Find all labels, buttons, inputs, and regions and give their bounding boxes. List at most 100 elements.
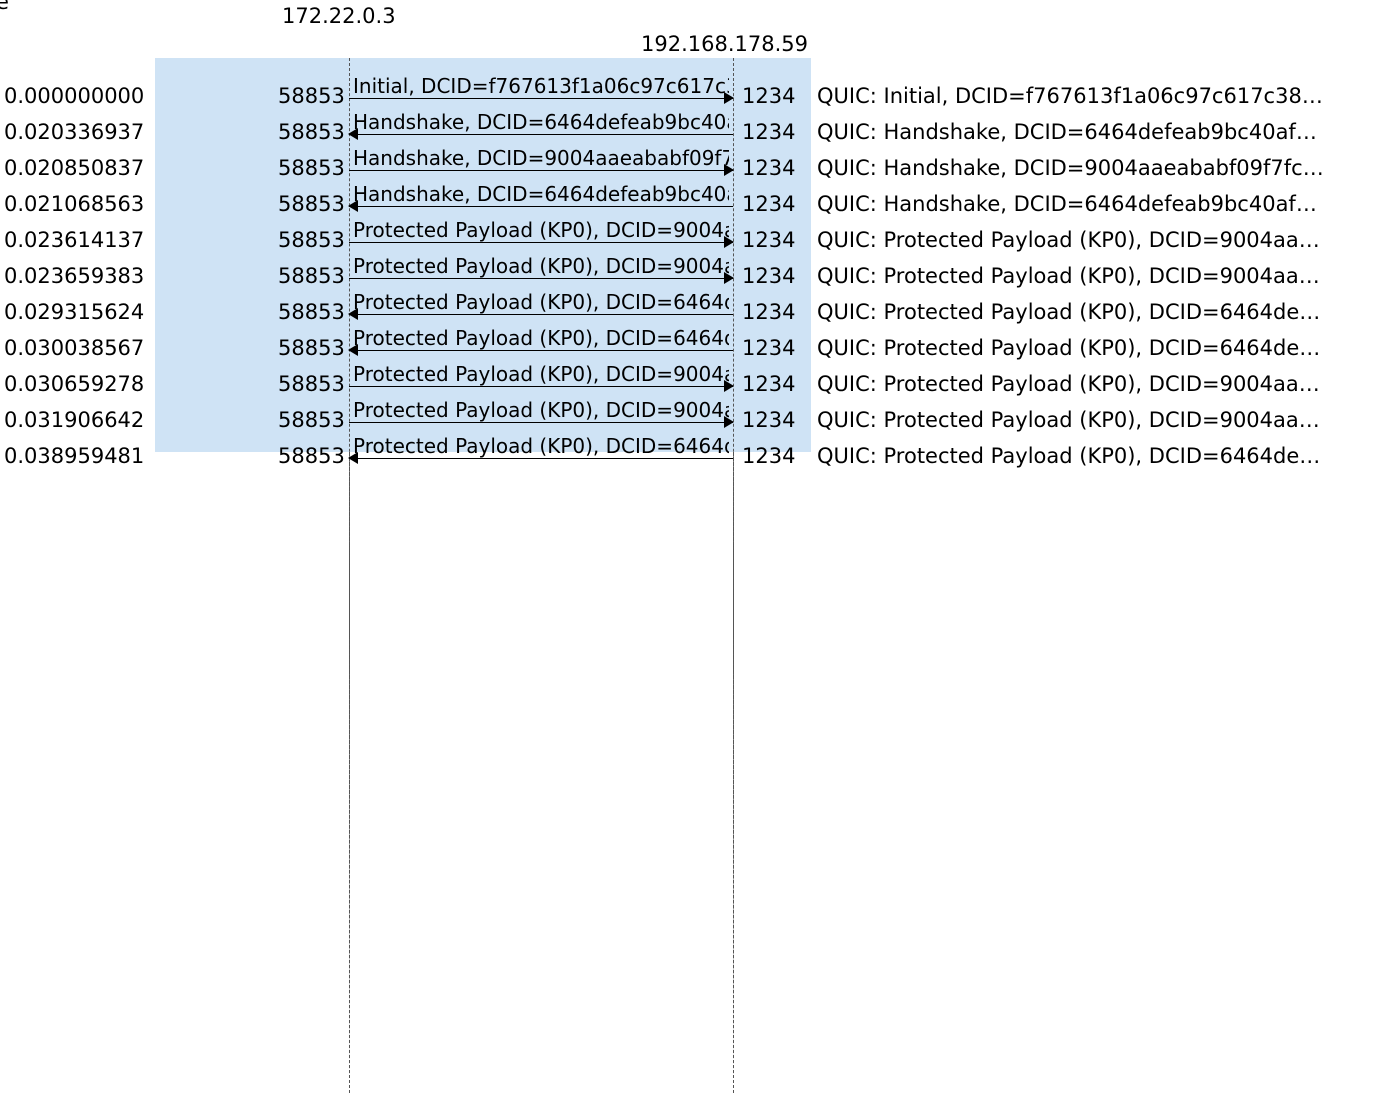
flow-arrow-label: Handshake, DCID=6464defeab9bc40af662… (353, 182, 729, 206)
dst-port: 1234 (742, 228, 795, 252)
dst-port: 1234 (742, 192, 795, 216)
src-port: 58853 (278, 300, 338, 324)
flow-row[interactable]: 0.000000000 58853 1234 Initial, DCID=f76761… (0, 76, 1389, 112)
flow-arrow[interactable]: Protected Payload (KP0), DCID=6464defea… (349, 292, 733, 326)
flow-arrow[interactable]: Handshake, DCID=9004aaeababf09f7fcbb… (349, 148, 733, 182)
lifeline-left-lower (349, 452, 350, 1093)
arrow-left-icon (348, 308, 358, 320)
arrow-line (349, 170, 733, 171)
flow-comment: QUIC: Protected Payload (KP0), DCID=9004… (817, 372, 1387, 396)
flow-comment: QUIC: Initial, DCID=f767613f1a06c97c617c… (817, 84, 1387, 108)
src-port: 58853 (278, 228, 338, 252)
lifeline-right-lower (733, 452, 734, 1093)
time-value: 0.000000000 (4, 84, 144, 108)
src-port: 58853 (278, 336, 338, 360)
flow-comment: QUIC: Protected Payload (KP0), DCID=6464… (817, 300, 1387, 324)
flow-arrow[interactable]: Handshake, DCID=6464defeab9bc40af662… (349, 112, 733, 146)
corner-text: e (0, 0, 9, 14)
time-value: 0.023614137 (4, 228, 144, 252)
flow-comment: QUIC: Protected Payload (KP0), DCID=6464… (817, 444, 1387, 468)
time-value: 0.029315624 (4, 300, 144, 324)
arrow-right-icon (724, 416, 734, 428)
arrow-line (349, 314, 733, 315)
host-label-left: 172.22.0.3 (282, 4, 396, 28)
flow-row[interactable]: 0.020336937 58853 1234 Handshake, DCID=6464… (0, 112, 1389, 148)
flow-arrow-label: Protected Payload (KP0), DCID=9004aaeab… (353, 218, 729, 242)
host-label-right: 192.168.178.59 (641, 32, 808, 56)
flow-row[interactable]: 0.020850837 58853 1234 Handshake, DCID=9004… (0, 148, 1389, 184)
arrow-right-icon (724, 236, 734, 248)
flow-arrow[interactable]: Protected Payload (KP0), DCID=9004aaeab… (349, 364, 733, 398)
flow-row[interactable]: 0.029315624 58853 1234 Protected Payload (K… (0, 292, 1389, 328)
flow-arrow[interactable]: Protected Payload (KP0), DCID=6464defea… (349, 328, 733, 362)
flow-arrow-label: Protected Payload (KP0), DCID=6464defea… (353, 290, 729, 314)
flow-arrow-label: Protected Payload (KP0), DCID=9004aaeab… (353, 398, 729, 422)
arrow-line (349, 242, 733, 243)
time-value: 0.031906642 (4, 408, 144, 432)
flow-row[interactable]: 0.023659383588531234Protected Payload (K… (0, 256, 1389, 292)
time-value: 0.021068563 (4, 192, 144, 216)
src-port: 58853 (278, 444, 338, 468)
flow-arrow[interactable]: Protected Payload (KP0), DCID=9004aaeab… (349, 220, 733, 254)
flow-arrow[interactable]: Protected Payload (KP0), DCID=6464defea… (349, 436, 733, 470)
dst-port: 1234 (742, 408, 795, 432)
arrow-line (349, 278, 733, 279)
flow-arrow[interactable]: Protected Payload (KP0), DCID=9004aaeab… (349, 256, 733, 290)
arrow-line (349, 350, 733, 351)
flow-arrow-label: Protected Payload (KP0), DCID=6464defea… (353, 434, 729, 458)
flow-comment: QUIC: Handshake, DCID=9004aaeababf09f7fc… (817, 156, 1387, 180)
dst-port: 1234 (742, 444, 795, 468)
flow-arrow[interactable]: Protected Payload (KP0), DCID=9004aaeab… (349, 400, 733, 434)
flow-row[interactable]: 0.030659278588531234Protected Payload (K… (0, 364, 1389, 400)
flow-row[interactable]: 0.038959481 58853 1234 Protected Payload (K… (0, 436, 1389, 472)
flow-arrow-label: Initial, DCID=f767613f1a06c97c617c382ef… (353, 74, 729, 98)
arrow-right-icon (724, 272, 734, 284)
dst-port: 1234 (742, 84, 795, 108)
arrow-right-icon (724, 164, 734, 176)
flow-arrow-label: Protected Payload (KP0), DCID=9004aaeab… (353, 362, 729, 386)
flow-comment: QUIC: Handshake, DCID=6464defeab9bc40af… (817, 120, 1387, 144)
src-port: 58853 (278, 408, 338, 432)
dst-port: 1234 (742, 120, 795, 144)
flow-comment: QUIC: Protected Payload (KP0), DCID=6464… (817, 336, 1387, 360)
arrow-left-icon (348, 200, 358, 212)
time-value: 0.030659278 (4, 372, 144, 396)
dst-port: 1234 (742, 336, 795, 360)
flow-comment: QUIC: Protected Payload (KP0), DCID=9004… (817, 228, 1387, 252)
arrow-right-icon (724, 380, 734, 392)
src-port: 58853 (278, 156, 338, 180)
arrow-line (349, 98, 733, 99)
arrow-line (349, 134, 733, 135)
dst-port: 1234 (742, 156, 795, 180)
time-value: 0.030038567 (4, 336, 144, 360)
time-value: 0.038959481 (4, 444, 144, 468)
flow-comment: QUIC: Protected Payload (KP0), DCID=9004… (817, 408, 1387, 432)
flow-comment: QUIC: Protected Payload (KP0), DCID=9004… (817, 264, 1387, 288)
flow-arrow-label: Handshake, DCID=6464defeab9bc40af662… (353, 110, 729, 134)
time-value: 0.020336937 (4, 120, 144, 144)
flow-row[interactable]: 0.023614137 58853 1234 Protected Payload (K… (0, 220, 1389, 256)
flow-arrow[interactable]: Handshake, DCID=6464defeab9bc40af662… (349, 184, 733, 218)
arrow-line (349, 458, 733, 459)
flow-row[interactable]: 0.030038567 58853 1234 Protected Payload (K… (0, 328, 1389, 364)
flow-arrow-label: Handshake, DCID=9004aaeababf09f7fcbb… (353, 146, 729, 170)
arrow-right-icon (724, 92, 734, 104)
time-value: 0.023659383 (4, 264, 144, 288)
dst-port: 1234 (742, 300, 795, 324)
flow-arrow-label: Protected Payload (KP0), DCID=9004aaeab… (353, 254, 729, 278)
flow-row[interactable]: 0.021068563 58853 1234 Handshake, DCID=6464… (0, 184, 1389, 220)
src-port: 58853 (278, 84, 338, 108)
arrow-line (349, 422, 733, 423)
src-port: 58853 (278, 120, 338, 144)
flow-row[interactable]: 0.031906642 58853 1234 Protected Payload (K… (0, 400, 1389, 436)
arrow-left-icon (348, 344, 358, 356)
dst-port: 1234 (742, 372, 795, 396)
flow-arrow[interactable]: Initial, DCID=f767613f1a06c97c617c382ef… (349, 76, 733, 110)
arrow-line (349, 386, 733, 387)
flow-rows: 0.000000000 58853 1234 Initial, DCID=f76761… (0, 76, 1389, 472)
src-port: 58853 (278, 192, 338, 216)
flow-comment: QUIC: Handshake, DCID=6464defeab9bc40af… (817, 192, 1387, 216)
dst-port: 1234 (742, 264, 795, 288)
time-value: 0.020850837 (4, 156, 144, 180)
flow-graph-panel: e 172.22.0.3 192.168.178.59 0.000000000 5… (0, 0, 1389, 1098)
